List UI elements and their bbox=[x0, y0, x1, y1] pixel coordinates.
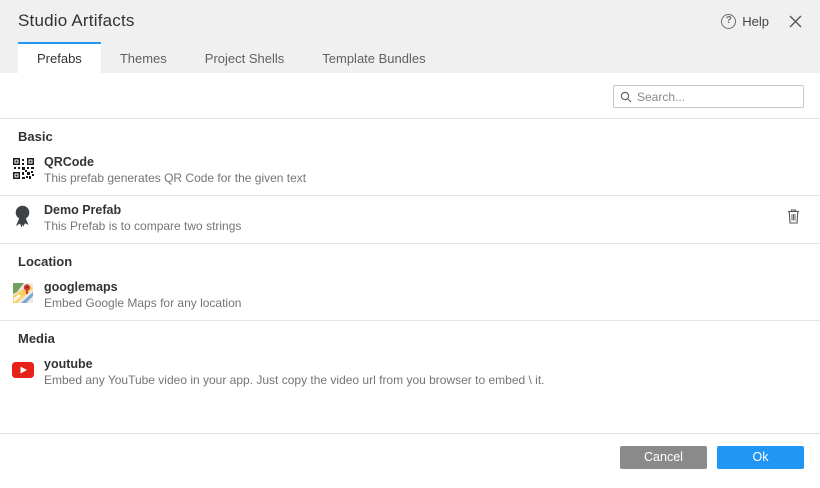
help-icon: ? bbox=[721, 14, 736, 29]
tab-bar: Prefabs Themes Project Shells Template B… bbox=[0, 42, 820, 73]
help-button[interactable]: ? Help bbox=[721, 14, 769, 29]
item-description: This prefab generates QR Code for the gi… bbox=[44, 171, 802, 185]
search-icon bbox=[620, 91, 632, 103]
search-box bbox=[613, 85, 804, 108]
item-text: Demo Prefab This Prefab is to compare two… bbox=[44, 203, 785, 233]
item-text: youtube Embed any YouTube video in your a… bbox=[44, 357, 802, 387]
close-icon[interactable] bbox=[789, 15, 802, 28]
item-description: This Prefab is to compare two strings bbox=[44, 219, 785, 233]
item-text: QRCode This prefab generates QR Code for … bbox=[44, 155, 802, 185]
dialog-header: Studio Artifacts ? Help bbox=[0, 0, 820, 42]
list-item[interactable]: QRCode This prefab generates QR Code for … bbox=[0, 148, 820, 196]
section-header: Basic bbox=[0, 119, 820, 148]
dialog-footer: Cancel Ok bbox=[0, 433, 820, 488]
prefab-list: Basic QRCode This prefab generates QR Code… bbox=[0, 119, 820, 397]
item-title: QRCode bbox=[44, 155, 802, 169]
search-row bbox=[0, 73, 820, 119]
googlemaps-icon bbox=[12, 282, 34, 304]
section-header: Media bbox=[0, 321, 820, 350]
item-description: Embed any YouTube video in your app. Jus… bbox=[44, 373, 802, 387]
cancel-button[interactable]: Cancel bbox=[620, 446, 707, 469]
help-label: Help bbox=[742, 14, 769, 29]
section-location: Location googlemaps Embed Google Maps for … bbox=[0, 244, 820, 321]
content-area: Basic QRCode This prefab generates QR Code… bbox=[0, 73, 820, 433]
list-item[interactable]: Demo Prefab This Prefab is to compare two… bbox=[0, 196, 820, 244]
item-description: Embed Google Maps for any location bbox=[44, 296, 802, 310]
youtube-icon bbox=[12, 359, 34, 381]
section-basic: Basic QRCode This prefab generates QR Code… bbox=[0, 119, 820, 244]
item-title: googlemaps bbox=[44, 280, 802, 294]
list-item[interactable]: googlemaps Embed Google Maps for any loca… bbox=[0, 273, 820, 321]
section-header: Location bbox=[0, 244, 820, 273]
tab-prefabs[interactable]: Prefabs bbox=[18, 42, 101, 73]
ribbon-icon bbox=[12, 205, 34, 227]
section-media: Media youtube Embed any YouTube video in y… bbox=[0, 321, 820, 397]
item-title: Demo Prefab bbox=[44, 203, 785, 217]
search-input[interactable] bbox=[637, 90, 797, 104]
page-title: Studio Artifacts bbox=[18, 11, 135, 31]
item-title: youtube bbox=[44, 357, 802, 371]
ok-button[interactable]: Ok bbox=[717, 446, 804, 469]
tab-project-shells[interactable]: Project Shells bbox=[186, 42, 303, 73]
list-item[interactable]: youtube Embed any YouTube video in your a… bbox=[0, 350, 820, 397]
tab-themes[interactable]: Themes bbox=[101, 42, 186, 73]
qrcode-icon bbox=[12, 157, 34, 179]
trash-icon[interactable] bbox=[785, 206, 802, 231]
tab-template-bundles[interactable]: Template Bundles bbox=[303, 42, 444, 73]
item-text: googlemaps Embed Google Maps for any loca… bbox=[44, 280, 802, 310]
